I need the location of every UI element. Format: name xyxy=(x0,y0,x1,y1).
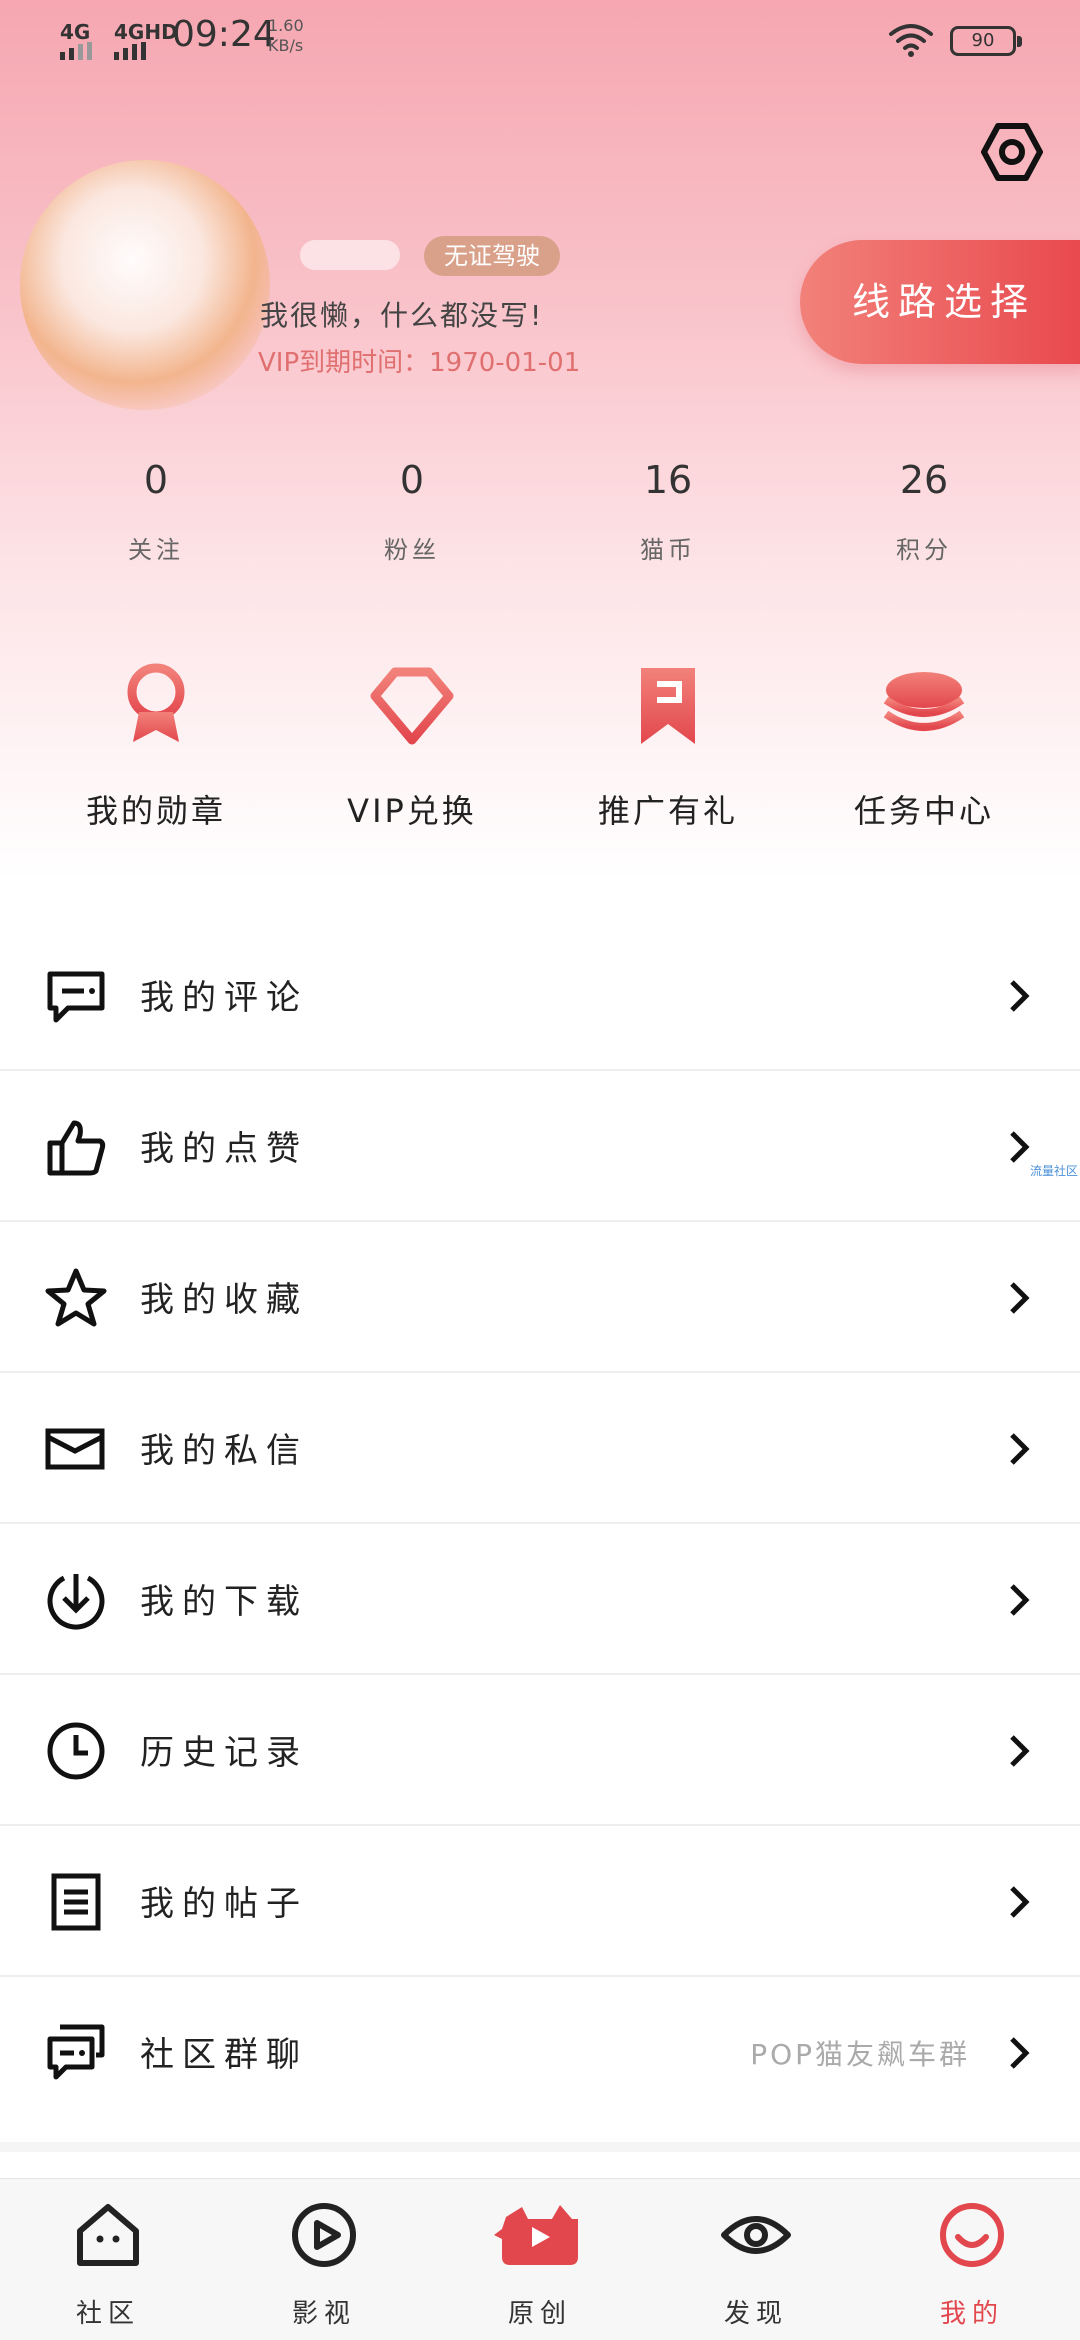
tab-mine[interactable]: 我的 xyxy=(864,2179,1080,2340)
medal-icon xyxy=(127,663,185,742)
status-bar: 4G 4GHD 09:24 1.60 KB/s 90 xyxy=(0,0,1080,80)
stat-value: 26 xyxy=(899,458,949,502)
comment-icon xyxy=(47,971,105,1023)
stat-value: 0 xyxy=(399,458,425,502)
bookmark-icon xyxy=(641,668,695,744)
action-task-center[interactable]: 任务中心 xyxy=(796,660,1052,832)
menu-item-my-messages[interactable]: 我的私信 xyxy=(0,1373,1080,1524)
chevron-right-icon xyxy=(1010,1886,1030,1918)
stat-value: 0 xyxy=(143,458,169,502)
menu-item-subtext: POP猫友飙车群 xyxy=(750,2038,970,2071)
menu-item-my-likes[interactable]: 我的点赞 xyxy=(0,1071,1080,1222)
battery-indicator: 90 xyxy=(950,26,1022,56)
tab-videos[interactable]: 影视 xyxy=(216,2179,432,2340)
stat-fans[interactable]: 0 粉丝 xyxy=(284,452,540,565)
stat-label: 积分 xyxy=(896,536,952,564)
menu-item-my-downloads[interactable]: 我的下载 xyxy=(0,1524,1080,1675)
net-speed: 1.60 KB/s xyxy=(268,16,304,56)
menu-item-label: 我的点赞 xyxy=(140,1129,308,1169)
tab-discover[interactable]: 发现 xyxy=(648,2179,864,2340)
route-select-button[interactable]: 线路选择 xyxy=(800,240,1080,364)
signal-bars-1-icon xyxy=(60,42,92,60)
action-label: 任务中心 xyxy=(853,792,994,830)
menu-item-my-comments[interactable]: 我的评论 xyxy=(0,920,1080,1071)
tab-label: 影视 xyxy=(291,2299,356,2329)
vip-expire-date: VIP到期时间：1970-01-01 xyxy=(258,348,581,378)
stat-cat-coins[interactable]: 16 猫币 xyxy=(540,452,796,565)
divider xyxy=(0,2142,1080,2152)
coin-stack-icon xyxy=(883,672,965,731)
menu-item-label: 历史记录 xyxy=(140,1733,308,1773)
chevron-right-icon xyxy=(1010,1735,1030,1767)
action-label: 我的勋章 xyxy=(85,792,226,830)
bottom-nav: 社区 影视 原创 发现 我的 xyxy=(0,2178,1080,2340)
action-label: VIP兑换 xyxy=(347,792,477,830)
tab-label: 发现 xyxy=(723,2299,788,2329)
eye-icon xyxy=(721,2216,791,2254)
envelope-icon xyxy=(45,1428,105,1470)
tab-label: 社区 xyxy=(75,2299,140,2329)
menu-item-my-favorites[interactable]: 我的收藏 xyxy=(0,1222,1080,1373)
play-icon xyxy=(292,2203,356,2267)
chevron-right-icon xyxy=(1010,2037,1030,2069)
chevron-right-icon xyxy=(1010,1282,1030,1314)
stat-label: 关注 xyxy=(128,536,184,564)
action-label: 推广有礼 xyxy=(597,792,738,830)
chevron-right-icon xyxy=(1010,1131,1030,1163)
smile-icon xyxy=(940,2203,1004,2267)
signal-bars-2-icon xyxy=(114,42,146,60)
quick-actions: 我的勋章 VIP兑换 推广有礼 任务中心 xyxy=(0,660,1080,832)
net-speed-unit: KB/s xyxy=(268,36,304,55)
clock-icon xyxy=(47,1722,105,1780)
menu-item-label: 我的评论 xyxy=(140,978,308,1018)
menu-item-label: 社区群聊 xyxy=(140,2035,308,2075)
stat-following[interactable]: 0 关注 xyxy=(28,452,284,565)
action-referral[interactable]: 推广有礼 xyxy=(540,660,796,832)
chevron-right-icon xyxy=(1010,1584,1030,1616)
signal-label-2: 4GHD xyxy=(114,20,178,44)
wifi-icon xyxy=(889,24,933,57)
action-my-medals[interactable]: 我的勋章 xyxy=(28,660,284,832)
document-icon xyxy=(51,1873,101,1931)
tab-original[interactable]: 原创 xyxy=(432,2179,648,2340)
signal-label-1: 4G xyxy=(60,20,91,44)
menu-item-community-chat[interactable]: 社区群聊 POP猫友飙车群 xyxy=(0,1977,1080,2128)
user-stats: 0 关注 0 粉丝 16 猫币 26 积分 xyxy=(0,452,1080,565)
star-icon xyxy=(45,1268,107,1327)
original-video-icon xyxy=(494,2205,578,2265)
chevron-right-icon xyxy=(1010,1433,1030,1465)
user-avatar[interactable] xyxy=(20,160,270,410)
stat-points[interactable]: 26 积分 xyxy=(796,452,1052,565)
clock: 09:24 xyxy=(172,14,276,55)
username-blurred xyxy=(300,240,400,270)
stat-value: 16 xyxy=(643,458,693,502)
watermark-text: 流量社区 xyxy=(1030,1164,1079,1178)
user-signature: 我很懒，什么都没写! xyxy=(260,299,544,332)
menu-item-label: 我的帖子 xyxy=(140,1884,308,1924)
thumbs-up-icon xyxy=(47,1120,106,1176)
home-icon xyxy=(77,2204,139,2266)
chat-icon xyxy=(47,2024,105,2080)
stat-label: 猫币 xyxy=(640,536,696,564)
menu-list: 我的评论 我的点赞 我的收藏 我的私信 我的下载 历史记录 我的帖子 社区群聊 … xyxy=(0,920,1080,2128)
chevron-right-icon xyxy=(1010,980,1030,1012)
diamond-icon xyxy=(370,667,454,745)
menu-item-label: 我的私信 xyxy=(140,1431,308,1471)
download-icon xyxy=(47,1574,105,1630)
tab-community[interactable]: 社区 xyxy=(0,2179,216,2340)
menu-item-history[interactable]: 历史记录 xyxy=(0,1675,1080,1826)
action-vip-exchange[interactable]: VIP兑换 xyxy=(284,660,540,832)
tab-label: 原创 xyxy=(507,2299,572,2329)
stat-label: 粉丝 xyxy=(384,536,440,564)
menu-item-label: 我的收藏 xyxy=(140,1280,308,1320)
menu-item-my-posts[interactable]: 我的帖子 xyxy=(0,1826,1080,1977)
tab-label: 我的 xyxy=(939,2299,1004,2329)
menu-item-label: 我的下载 xyxy=(140,1582,308,1622)
user-badge: 无证驾驶 xyxy=(424,236,560,276)
settings-gear-icon[interactable] xyxy=(980,120,1044,184)
net-speed-value: 1.60 xyxy=(268,16,304,35)
